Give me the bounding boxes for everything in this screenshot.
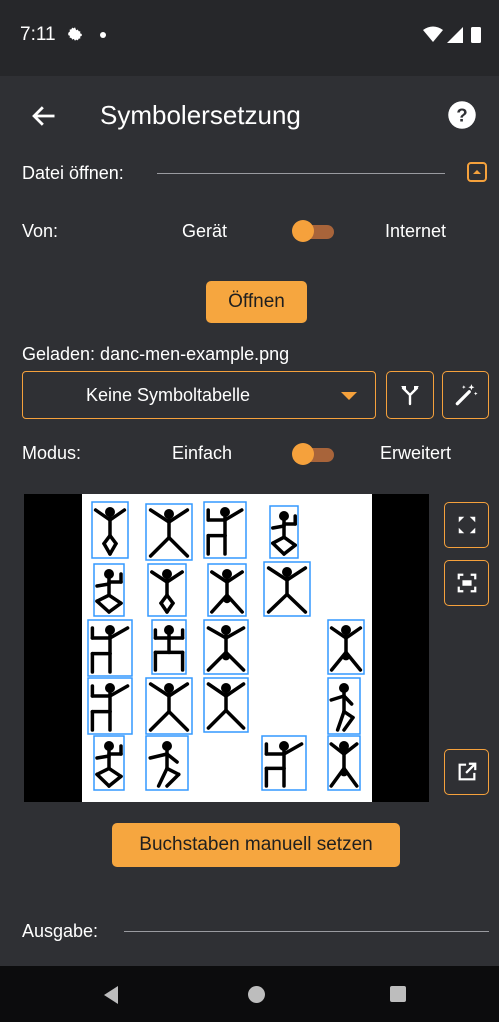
wifi-icon xyxy=(423,26,443,42)
dancing-man-figure[interactable] xyxy=(207,563,247,617)
dancing-man-figure[interactable] xyxy=(145,677,193,735)
fullscreen-icon xyxy=(458,516,475,534)
dancing-man-figure[interactable] xyxy=(87,619,133,677)
app-bar: Symbolersetzung ? xyxy=(0,76,499,156)
image-preview[interactable] xyxy=(24,494,429,802)
dancing-man-figure[interactable] xyxy=(263,561,311,617)
signal-icon xyxy=(447,27,463,43)
page-title: Symbolersetzung xyxy=(100,100,301,130)
branch-icon xyxy=(401,386,419,406)
loaded-file-text: Geladen: danc-men-example.png xyxy=(22,344,290,364)
mode-toggle[interactable] xyxy=(292,443,336,465)
dancing-man-figure[interactable] xyxy=(147,563,187,617)
set-letters-manually-button[interactable]: Buchstaben manuell setzen xyxy=(112,823,400,867)
open-external-icon xyxy=(458,762,476,781)
settings-gear-icon xyxy=(68,27,82,41)
symbol-table-dropdown[interactable]: Keine Symboltabelle xyxy=(22,371,376,419)
mode-option-simple[interactable]: Einfach xyxy=(172,443,232,464)
open-external-button[interactable] xyxy=(444,749,489,795)
dancing-man-figure[interactable] xyxy=(327,735,361,791)
file-section-label: Datei öffnen: xyxy=(22,163,124,183)
dancing-man-figure[interactable] xyxy=(327,619,365,675)
chevron-up-icon xyxy=(473,170,481,174)
help-icon[interactable]: ? xyxy=(447,100,477,130)
auto-detect-button[interactable] xyxy=(442,371,489,419)
dancing-man-figure[interactable] xyxy=(203,619,249,675)
toggle-thumb xyxy=(292,443,314,465)
fit-screen-icon xyxy=(457,573,476,593)
file-section-divider xyxy=(157,173,445,174)
nav-recent-apps-icon[interactable] xyxy=(390,986,406,1002)
dancing-man-figure[interactable] xyxy=(261,735,307,791)
dancing-man-figure[interactable] xyxy=(151,619,187,675)
dancing-man-figure[interactable] xyxy=(203,501,247,559)
source-option-device[interactable]: Gerät xyxy=(182,221,227,242)
notification-dot-icon xyxy=(100,32,106,38)
magic-wand-icon xyxy=(455,384,478,406)
source-label: Von: xyxy=(22,221,59,241)
dropdown-arrow-icon xyxy=(341,392,357,400)
dancing-man-figure[interactable] xyxy=(145,503,193,561)
dancing-man-figure[interactable] xyxy=(269,505,299,559)
symbol-graph-button[interactable] xyxy=(386,371,434,419)
nav-home-icon[interactable] xyxy=(248,986,265,1003)
dancing-man-figure[interactable] xyxy=(145,735,189,791)
symbol-table-selected: Keine Symboltabelle xyxy=(85,385,251,405)
nav-back-icon[interactable] xyxy=(104,986,118,1004)
status-icons xyxy=(423,26,481,43)
system-nav-bar xyxy=(0,966,499,1022)
open-button[interactable]: Öffnen xyxy=(206,281,307,323)
output-section-divider xyxy=(124,931,489,932)
battery-icon xyxy=(471,27,481,43)
status-bar: 7:11 xyxy=(0,0,499,76)
back-arrow-icon[interactable] xyxy=(30,102,58,130)
dancing-man-figure[interactable] xyxy=(327,677,361,735)
dancing-man-figure[interactable] xyxy=(91,501,129,559)
collapse-section-button[interactable] xyxy=(467,162,487,182)
dancing-man-figure[interactable] xyxy=(203,677,249,733)
dancing-men-image[interactable] xyxy=(82,494,372,802)
dancing-man-figure[interactable] xyxy=(87,677,133,735)
mode-option-advanced[interactable]: Erweitert xyxy=(380,443,451,464)
dancing-man-figure[interactable] xyxy=(93,735,125,791)
source-option-internet[interactable]: Internet xyxy=(385,221,446,242)
toggle-thumb xyxy=(292,220,314,242)
source-toggle[interactable] xyxy=(292,220,336,242)
fullscreen-button[interactable] xyxy=(444,502,489,548)
status-time: 7:11 xyxy=(20,24,56,45)
mode-label: Modus: xyxy=(22,443,82,463)
svg-text:?: ? xyxy=(456,104,467,125)
dancing-man-figure[interactable] xyxy=(93,563,125,617)
fit-view-button[interactable] xyxy=(444,560,489,606)
output-section-label: Ausgabe: xyxy=(22,921,99,941)
